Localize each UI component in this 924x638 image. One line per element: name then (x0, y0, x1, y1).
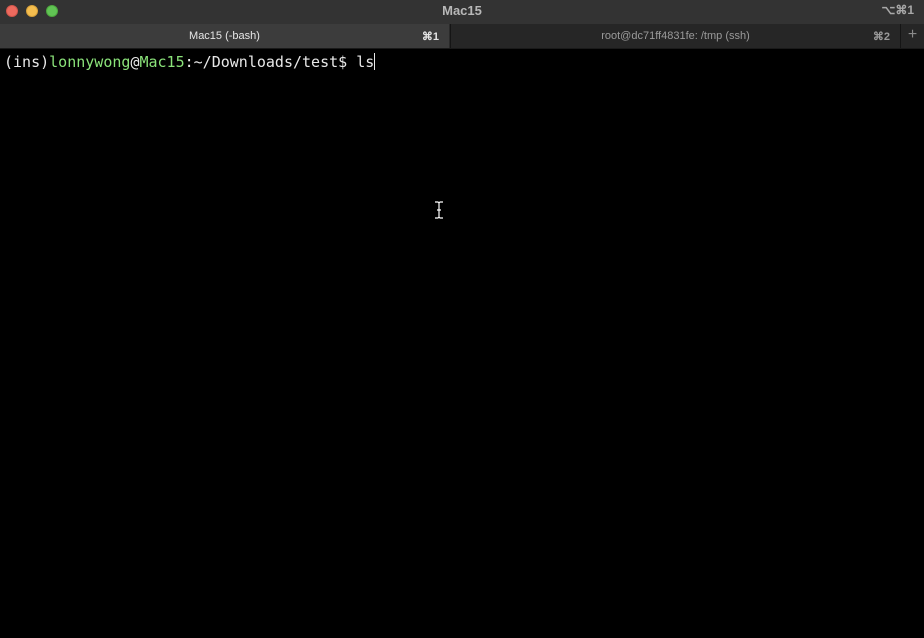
prompt-line: (ins)lonnywong@Mac15:~/Downloads/test$ l… (4, 53, 376, 71)
text-cursor (374, 53, 376, 70)
terminal-output[interactable]: (ins)lonnywong@Mac15:~/Downloads/test$ l… (0, 49, 924, 638)
terminal-window: Mac15 ⌥⌘1 Mac15 (-bash) ⌘1 root@dc71ff48… (0, 0, 924, 638)
tab-label: root@dc71ff4831fe: /tmp (ssh) (601, 30, 750, 42)
window-title: Mac15 (442, 3, 482, 18)
tab-root-ssh[interactable]: root@dc71ff4831fe: /tmp (ssh) ⌘2 (450, 24, 900, 48)
prompt-path: :~/Downloads/test$ (184, 53, 357, 71)
ibeam-cursor-icon (435, 201, 443, 219)
tab-mac15-bash[interactable]: Mac15 (-bash) ⌘1 (0, 24, 449, 48)
tab-bar: Mac15 (-bash) ⌘1 root@dc71ff4831fe: /tmp… (0, 24, 924, 49)
tab-label: Mac15 (-bash) (189, 30, 260, 42)
title-bar[interactable]: Mac15 ⌥⌘1 (0, 0, 924, 24)
prompt-host: Mac15 (139, 53, 185, 71)
window-shortcut: ⌥⌘1 (881, 3, 914, 17)
tab-shortcut: ⌘1 (421, 31, 439, 43)
tab-shortcut: ⌘2 (872, 31, 890, 43)
prompt-user: lonnywong (49, 53, 131, 71)
prompt-env: (ins) (4, 53, 50, 71)
new-tab-button[interactable]: + (900, 24, 924, 48)
command-input[interactable]: ls (356, 53, 374, 71)
